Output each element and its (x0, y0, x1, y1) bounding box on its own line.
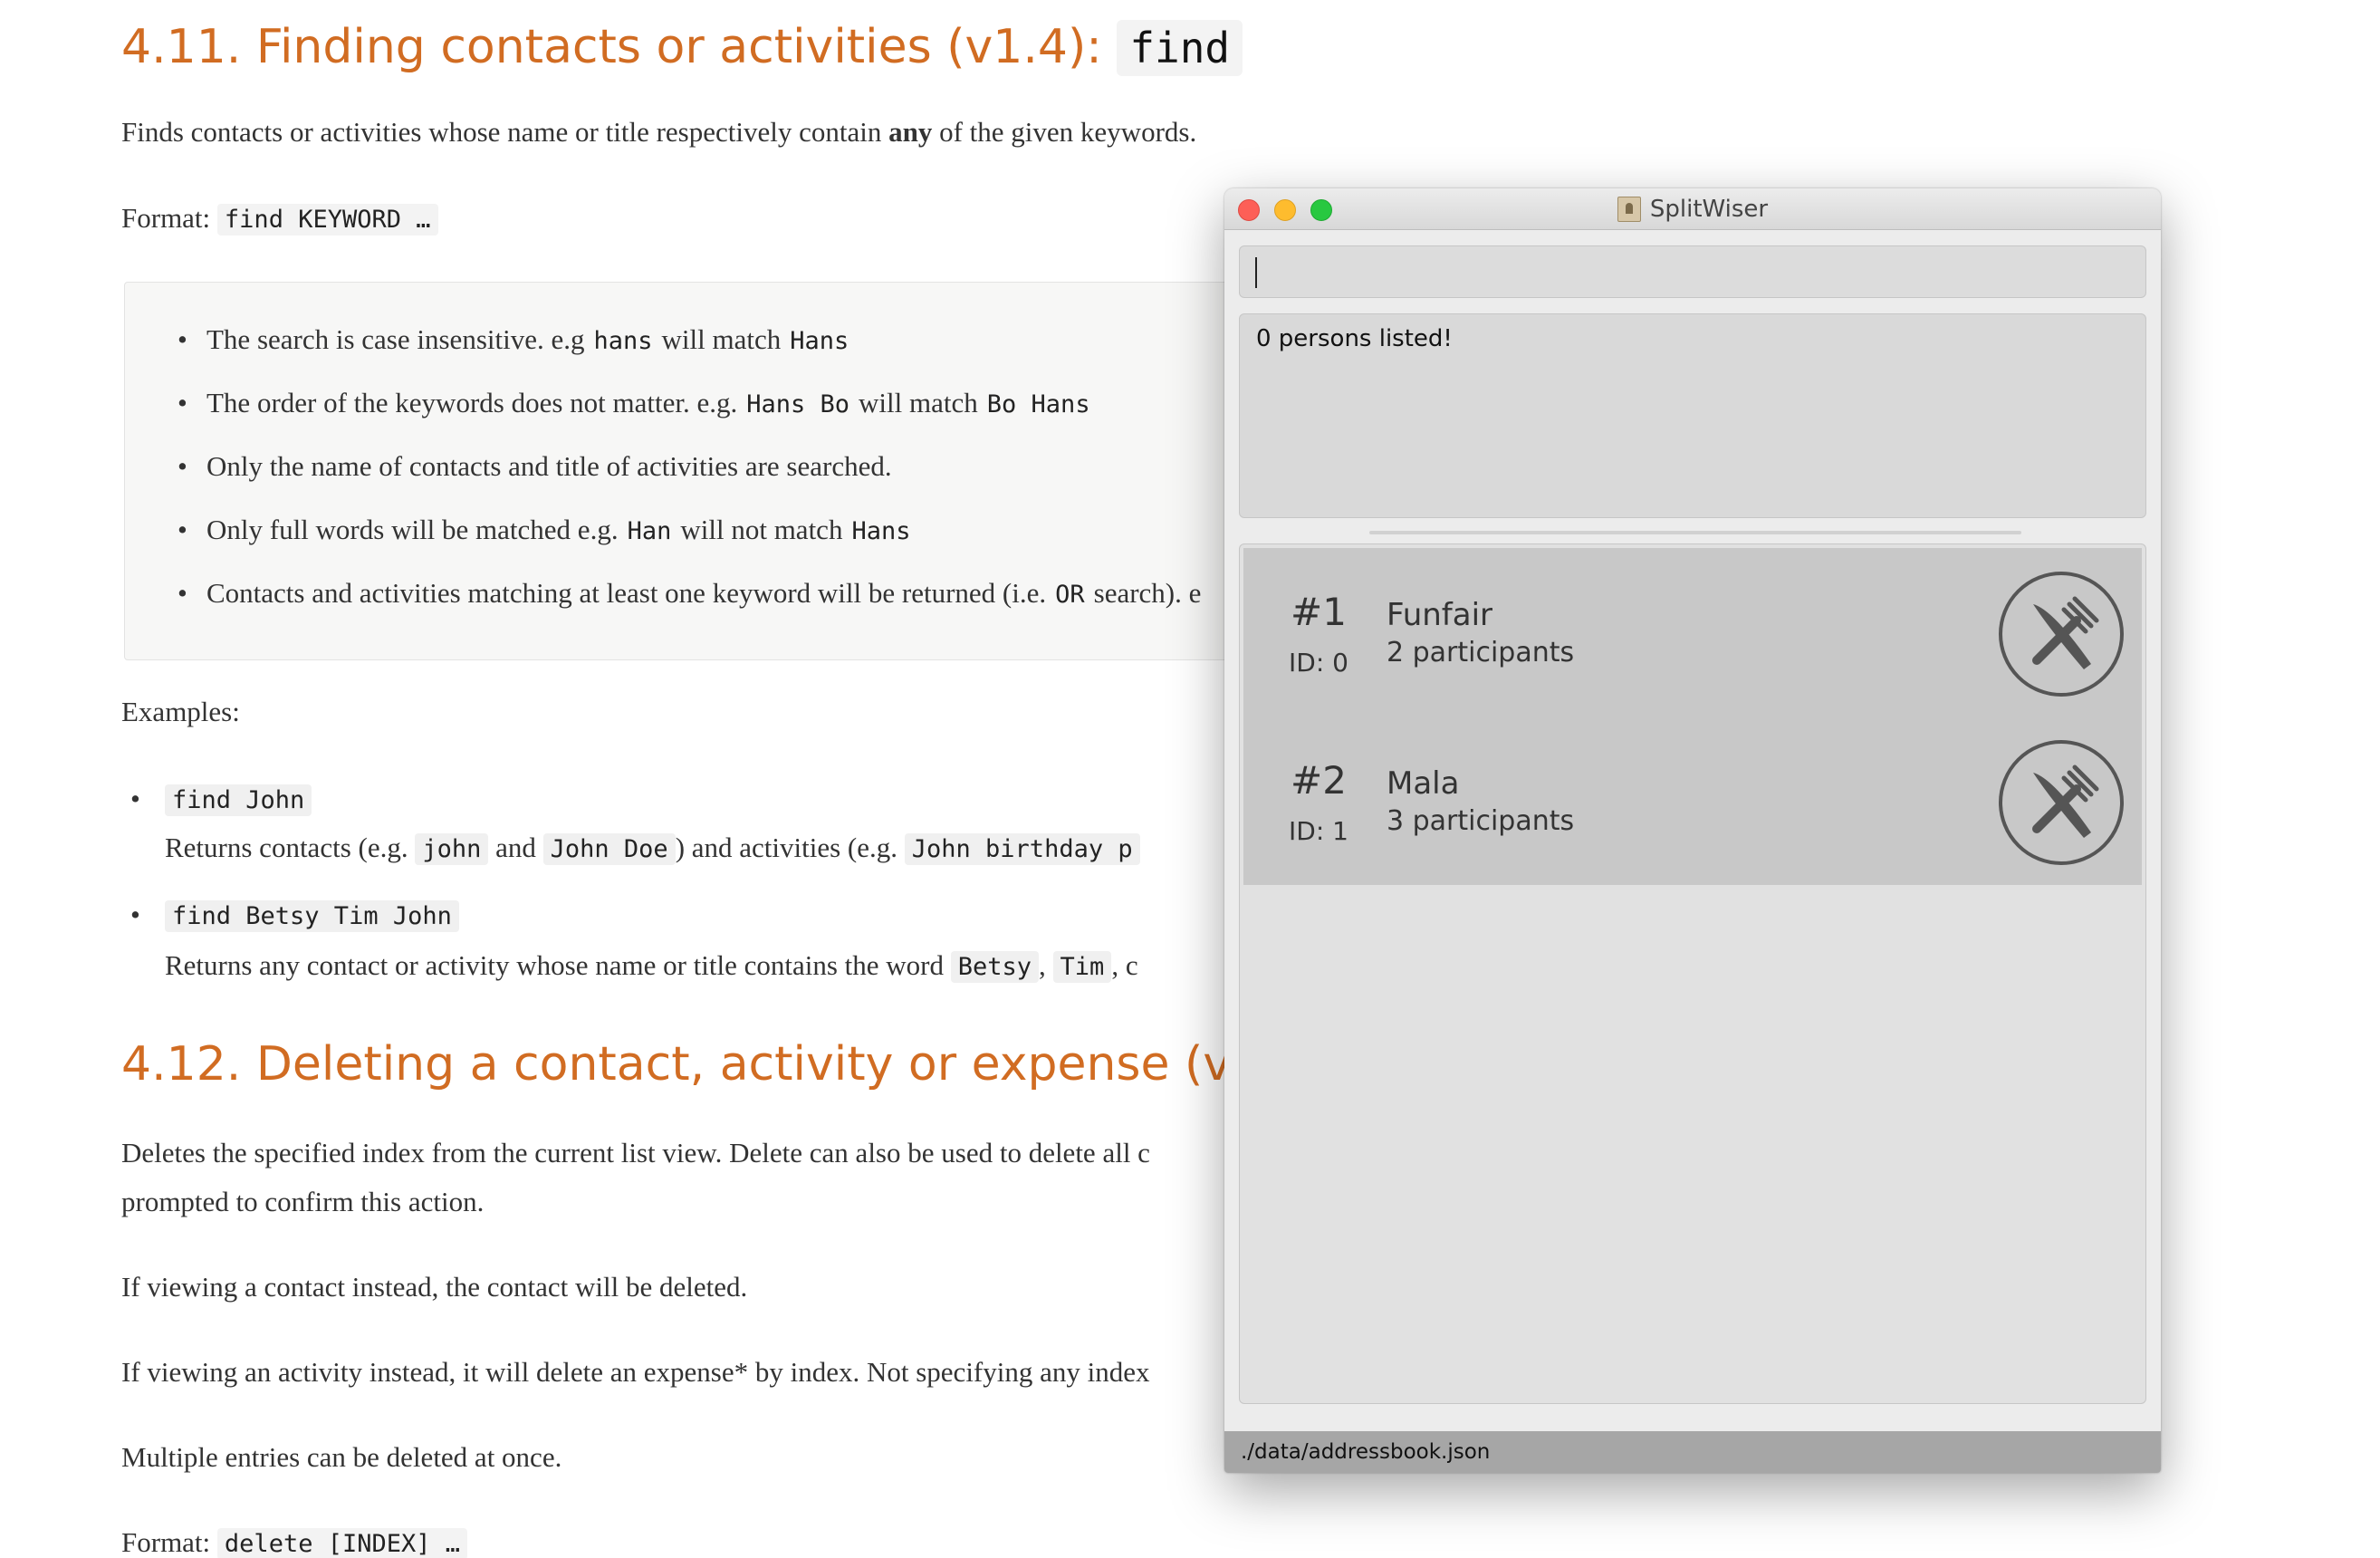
fork-knife-icon (1999, 740, 2124, 865)
activity-name: Mala (1387, 765, 1460, 802)
desc-text-end: of the given keywords. (939, 116, 1197, 148)
example-item: find Betsy Tim John (130, 899, 459, 932)
result-display: 0 persons listed! (1239, 313, 2146, 518)
activity-participants: 2 participants (1387, 637, 1575, 668)
window-title-text: SplitWiser (1649, 196, 1769, 223)
delete-paragraph: If viewing an activity instead, it will … (121, 1356, 1150, 1388)
desc-text: Finds contacts or activities whose name … (121, 116, 882, 148)
section-heading-find: 4.11. Finding contacts or activities (v1… (121, 20, 1243, 76)
heading-text: 4.11. Finding contacts or activities (v1… (121, 20, 1102, 74)
find-description: Finds contacts or activities whose name … (121, 116, 1196, 149)
delete-paragraph: prompted to confirm this action. (121, 1186, 485, 1217)
window-title: SplitWiser (1224, 188, 2161, 230)
note-item: Only the name of contacts and title of a… (178, 450, 892, 483)
delete-paragraph: Deletes the specified index from the cur… (121, 1137, 1150, 1168)
example-description: Returns contacts (e.g. john and John Doe… (165, 832, 1140, 865)
note-item: Only full words will be matched e.g.Hanw… (178, 514, 919, 546)
title-bar[interactable]: SplitWiser (1224, 188, 2161, 230)
fork-knife-icon (1999, 572, 2124, 697)
activity-id: ID: 0 (1289, 648, 1348, 678)
desc-bold: any (888, 116, 933, 148)
heading-code: find (1117, 20, 1243, 76)
note-item: Contacts and activities matching at leas… (178, 577, 1201, 610)
example-item: find John (130, 783, 312, 816)
notes-callout: The search is case insensitive. e.ghansw… (124, 282, 1238, 660)
activity-id: ID: 1 (1289, 816, 1348, 846)
delete-paragraph: If viewing a contact instead, the contac… (121, 1271, 748, 1303)
delete-format: Format: delete [INDEX] … (121, 1526, 468, 1558)
activity-card[interactable]: #1 ID: 0 Funfair 2 participants (1243, 548, 2142, 716)
example-code: find John (165, 784, 312, 816)
command-input[interactable] (1239, 245, 2146, 298)
activity-participants: 3 participants (1387, 805, 1575, 837)
result-text: 0 persons listed! (1256, 325, 1453, 352)
note-item: The search is case insensitive. e.ghansw… (178, 323, 858, 356)
data-file-path: ./data/addressbook.json (1241, 1440, 1491, 1464)
text-caret (1255, 257, 1257, 288)
examples-label: Examples: (121, 696, 240, 727)
activity-list: #1 ID: 0 Funfair 2 participants #2 ID: 1… (1239, 543, 2146, 1404)
delete-paragraph: Multiple entries can be deleted at once. (121, 1441, 562, 1473)
format-code: find KEYWORD … (216, 204, 438, 236)
example-description: Returns any contact or activity whose na… (165, 949, 1138, 983)
section-heading-delete: 4.12. Deleting a contact, activity or ex… (121, 1037, 1325, 1092)
format-label: Format: (121, 202, 211, 234)
splitwiser-window: SplitWiser 0 persons listed! #1 ID: 0 Fu… (1224, 188, 2161, 1473)
activity-card[interactable]: #2 ID: 1 Mala 3 participants (1243, 716, 2142, 885)
find-format: Format: find KEYWORD … (121, 202, 438, 236)
split-pane-divider[interactable] (1369, 531, 2021, 534)
status-bar: ./data/addressbook.json (1224, 1431, 2161, 1473)
activity-index: #1 (1291, 590, 1347, 634)
activity-index: #2 (1291, 758, 1347, 803)
app-icon (1617, 197, 1641, 222)
activity-name: Funfair (1387, 597, 1493, 633)
note-item: The order of the keywords does not matte… (178, 387, 1099, 419)
example-code: find Betsy Tim John (165, 900, 459, 932)
